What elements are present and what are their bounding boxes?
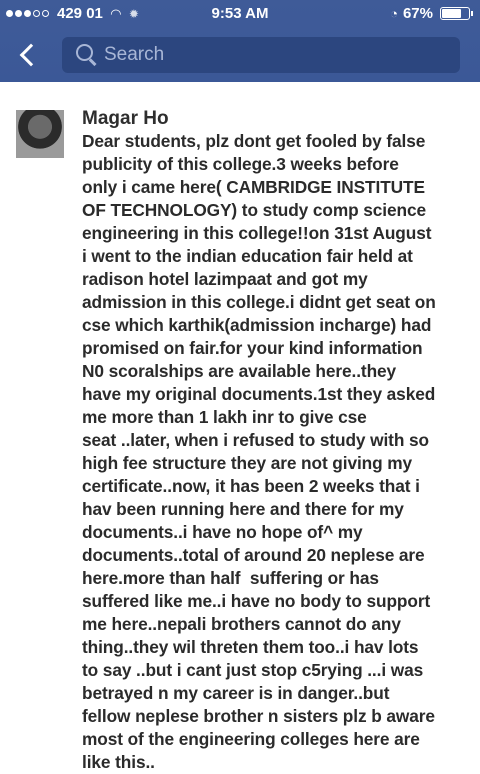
battery-fill: [442, 9, 461, 18]
author-name[interactable]: Magar Ho: [82, 108, 460, 130]
comment-body: Dear students, plz dont get fooled by fa…: [82, 130, 460, 774]
comment-line: hav been running here and there for my: [82, 499, 404, 519]
comment-line: cse which karthik(admission incharge) ha…: [82, 315, 432, 335]
comment-line: promised on fair.for your kind informati…: [82, 338, 423, 358]
comment-line: only i came here( CAMBRIDGE INSTITUTE: [82, 177, 425, 197]
comment-line: most of the engineering colleges here ar…: [82, 729, 420, 749]
comment-post: Magar Ho Dear students, plz dont get foo…: [0, 82, 480, 774]
comment-line: to say ..but i cant just stop c5rying ..…: [82, 660, 424, 680]
search-input[interactable]: Search: [62, 37, 460, 73]
back-button[interactable]: [8, 37, 48, 73]
comment-line: documents..total of around 20 neplese ar…: [82, 545, 425, 565]
comment-line: betrayed n my career is in danger..but: [82, 683, 390, 703]
comment-line: N0 scoralships are available here..they: [82, 361, 397, 381]
alarm-icon: ◔: [390, 6, 398, 21]
comment-line: seat ..later, when i refused to study wi…: [82, 430, 429, 450]
comment-line: like this..: [82, 752, 155, 772]
search-icon: [74, 42, 100, 68]
comment-content: Magar Ho Dear students, plz dont get foo…: [82, 108, 460, 774]
battery-icon: [440, 7, 473, 20]
status-bar: 429 01 ◠ ✹ 9:53 AM ◔ 67%: [0, 0, 480, 26]
comment-line: OF TECHNOLOGY) to study comp science: [82, 200, 426, 220]
comment-line: thing..they wil threten them too..i hav …: [82, 637, 419, 657]
comment-line: publicity of this college.3 weeks before: [82, 154, 399, 174]
comment-line: i went to the indian education fair held…: [82, 246, 413, 266]
comment-line: have my original documents.1st they aske…: [82, 384, 436, 404]
comment-line: suffered like me..i have no body to supp…: [82, 591, 431, 611]
comment-line: radison hotel lazimpaat and got my: [82, 269, 368, 289]
battery-percentage: 67%: [402, 5, 433, 22]
comment-line: admission in this college.i didnt get se…: [82, 292, 436, 312]
comment-line: Dear students, plz dont get fooled by fa…: [82, 131, 426, 151]
top-bar: 429 01 ◠ ✹ 9:53 AM ◔ 67% Search: [0, 0, 480, 82]
right-status-group: ◔ 67%: [390, 5, 473, 22]
chevron-left-icon: [19, 43, 43, 67]
avatar[interactable]: [16, 110, 64, 158]
comment-line: certificate..now, it has been 2 weeks th…: [82, 476, 420, 496]
comment-line: engineering in this college!!on 31st Aug…: [82, 223, 432, 243]
comment-line: me more than 1 lakh inr to give cse: [82, 407, 367, 427]
comment-line: documents..i have no hope of^ my: [82, 522, 363, 542]
comment-line: here.more than half suffering or has: [82, 568, 379, 588]
comment-line: high fee structure they are not giving m…: [82, 453, 413, 473]
comment-line: fellow neplese brother n sisters plz b a…: [82, 706, 435, 726]
navigation-row: Search: [0, 35, 480, 75]
search-placeholder: Search: [104, 44, 165, 65]
comment-line: me here..nepali brothers cannot do any: [82, 614, 401, 634]
